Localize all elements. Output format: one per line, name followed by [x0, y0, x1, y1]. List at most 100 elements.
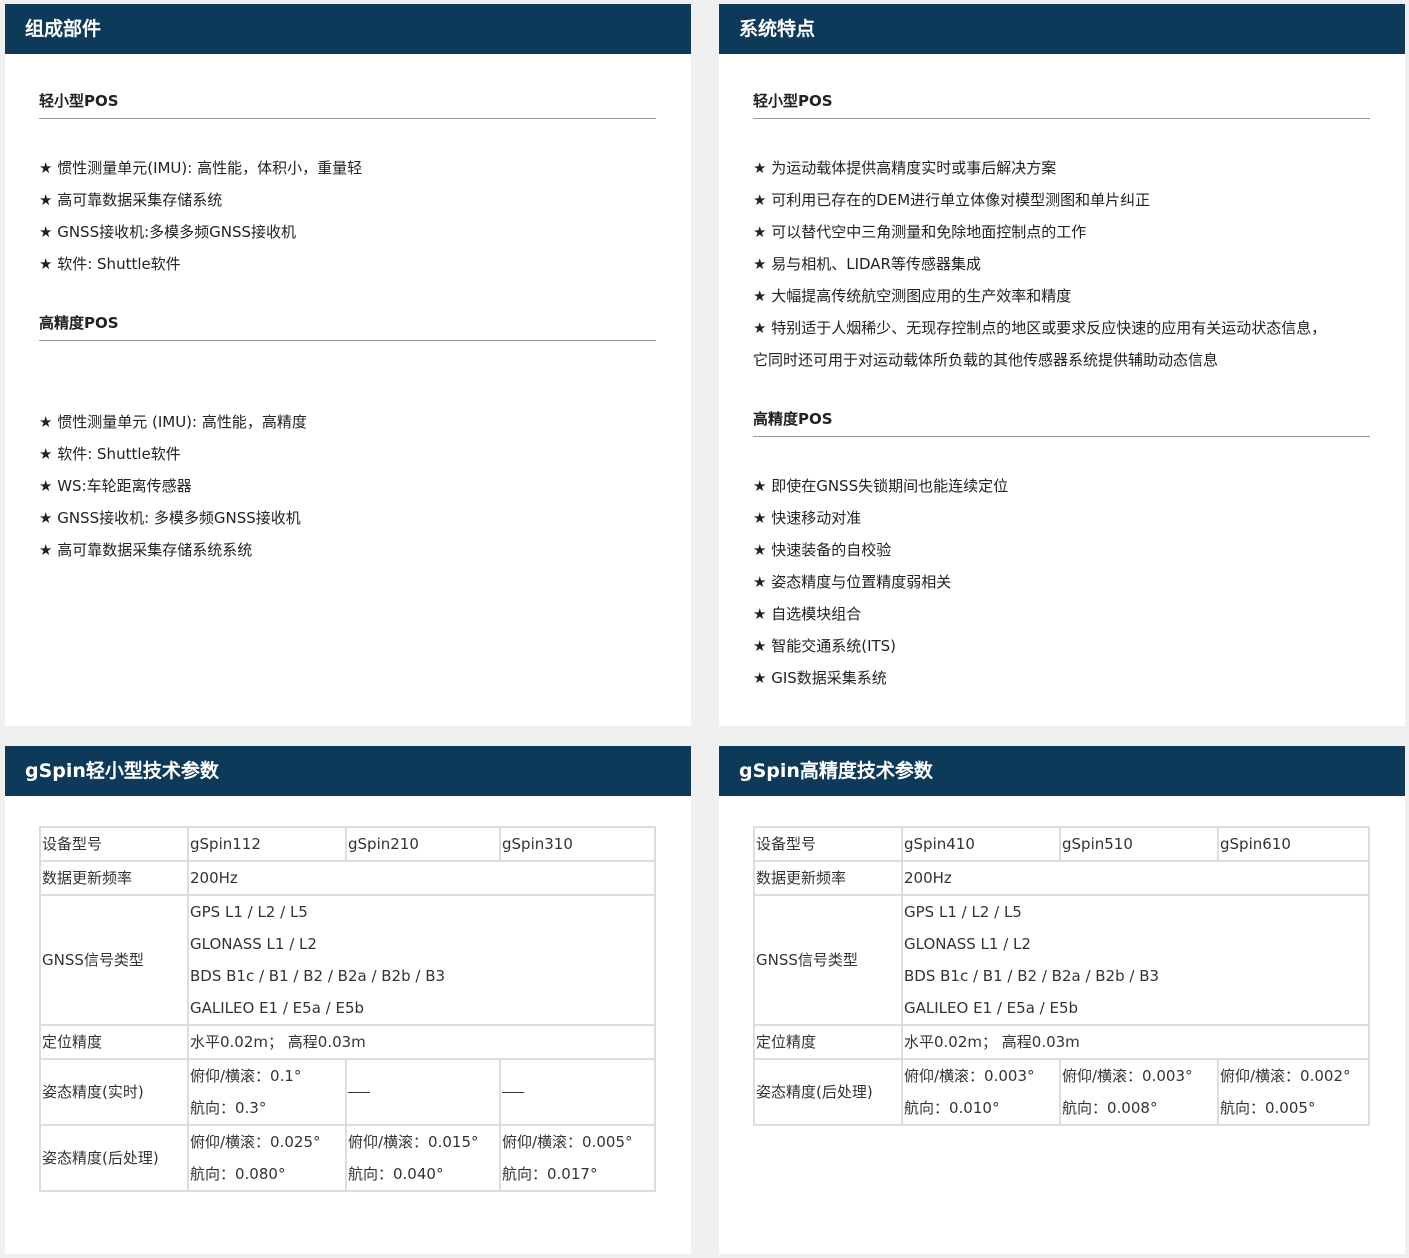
high-component-list: ★ 惯性测量单元 (IMU): 高性能，高精度 ★ 软件: Shuttle软件 …	[39, 406, 656, 566]
gnss-line: GLONASS L1 / L2	[190, 935, 317, 953]
table-row: 数据更新频率 200Hz	[753, 860, 1370, 896]
spec-high-title: gSpin高精度技术参数	[719, 746, 1405, 796]
list-item: ★ 即使在GNSS失锁期间也能连续定位	[753, 477, 1009, 495]
list-item: ★ 软件: Shuttle软件	[39, 255, 181, 273]
list-item: ★ 惯性测量单元 (IMU): 高性能，高精度	[39, 413, 307, 431]
list-item: ★ GNSS接收机: 多模多频GNSS接收机	[39, 509, 301, 527]
row-label: 定位精度	[753, 1024, 903, 1060]
row-label: 定位精度	[39, 1024, 189, 1060]
high-feature-list: ★ 即使在GNSS失锁期间也能连续定位 ★ 快速移动对准 ★ 快速装备的自校验 …	[753, 470, 1370, 694]
table-cell: gSpin112	[187, 826, 347, 862]
list-item: ★ 软件: Shuttle软件	[39, 445, 181, 463]
row-label: 数据更新频率	[753, 860, 903, 896]
spec-light-table: 设备型号 gSpin112 gSpin210 gSpin310 数据更新频率 2…	[39, 826, 656, 1192]
pitch-roll-value: 俯仰/横滚：0.1°	[190, 1067, 302, 1085]
list-item: ★ 特别适于人烟稀少、无现存控制点的地区或要求反应快速的应用有关运动状态信息，	[753, 319, 1327, 337]
list-item: ★ 快速移动对准	[753, 509, 862, 527]
light-component-list: ★ 惯性测量单元(IMU): 高性能，体积小，重量轻 ★ 高可靠数据采集存储系统…	[39, 152, 656, 280]
features-panel: 系统特点 轻小型POS ★ 为运动载体提供高精度实时或事后解决方案 ★ 可利用已…	[719, 4, 1405, 726]
features-title: 系统特点	[719, 4, 1405, 54]
row-label: 姿态精度(实时)	[39, 1058, 189, 1126]
table-row: 定位精度 水平0.02m； 高程0.03m	[753, 1024, 1370, 1060]
table-cell	[499, 1058, 656, 1126]
list-item: ★ WS:车轮距离传感器	[39, 477, 192, 495]
table-cell: 俯仰/横滚：0.025° 航向：0.080°	[187, 1124, 347, 1192]
table-row: 姿态精度(后处理) 俯仰/横滚：0.003° 航向：0.010° 俯仰/横滚：0…	[753, 1058, 1370, 1126]
list-item: ★ 自选模块组合	[753, 605, 862, 623]
list-item: ★ 易与相机、LIDAR等传感器集成	[753, 255, 981, 273]
pitch-roll-value: 俯仰/横滚：0.005°	[502, 1133, 633, 1151]
table-cell: 俯仰/横滚：0.1° 航向：0.3°	[187, 1058, 347, 1126]
row-label: 姿态精度(后处理)	[39, 1124, 189, 1192]
row-label: 设备型号	[753, 826, 903, 862]
spec-light-title: gSpin轻小型技术参数	[5, 746, 691, 796]
heading-value: 航向：0.008°	[1062, 1099, 1158, 1117]
spec-light-panel: gSpin轻小型技术参数 设备型号 gSpin112 gSpin210 gSpi…	[5, 746, 691, 1254]
gnss-line: GALILEO E1 / E5a / E5b	[190, 999, 365, 1017]
table-cell: 200Hz	[901, 860, 1370, 896]
heading-value: 航向：0.3°	[190, 1099, 267, 1117]
light-pos-heading: 轻小型POS	[39, 90, 656, 119]
not-applicable-dash	[348, 1092, 370, 1093]
gnss-line: GALILEO E1 / E5a / E5b	[904, 999, 1079, 1017]
gnss-line: BDS B1c / B1 / B2 / B2a / B2b / B3	[190, 967, 446, 985]
composition-panel: 组成部件 轻小型POS ★ 惯性测量单元(IMU): 高性能，体积小，重量轻 ★…	[5, 4, 691, 726]
gnss-line: BDS B1c / B1 / B2 / B2a / B2b / B3	[904, 967, 1160, 985]
spec-high-table: 设备型号 gSpin410 gSpin510 gSpin610 数据更新频率 2…	[753, 826, 1370, 1126]
list-item: ★ 惯性测量单元(IMU): 高性能，体积小，重量轻	[39, 159, 363, 177]
high-pos-heading: 高精度POS	[753, 408, 1370, 437]
list-item: 它同时还可用于对运动载体所负载的其他传感器系统提供辅助动态信息	[753, 351, 1219, 369]
table-row: 设备型号 gSpin112 gSpin210 gSpin310	[39, 826, 656, 862]
heading-value: 航向：0.010°	[904, 1099, 1000, 1117]
list-item: ★ 大幅提高传统航空测图应用的生产效率和精度	[753, 287, 1072, 305]
heading-value: 航向：0.005°	[1220, 1099, 1316, 1117]
not-applicable-dash	[502, 1092, 524, 1093]
gnss-line: GPS L1 / L2 / L5	[190, 903, 308, 921]
list-item: ★ 姿态精度与位置精度弱相关	[753, 573, 952, 591]
light-pos-heading: 轻小型POS	[753, 90, 1370, 119]
list-item: ★ 为运动载体提供高精度实时或事后解决方案	[753, 159, 1057, 177]
row-label: 设备型号	[39, 826, 189, 862]
table-cell: 俯仰/横滚：0.005° 航向：0.017°	[499, 1124, 656, 1192]
table-row: 数据更新频率 200Hz	[39, 860, 656, 896]
table-cell: 水平0.02m； 高程0.03m	[901, 1024, 1370, 1060]
list-item: ★ 可利用已存在的DEM进行单立体像对模型测图和单片纠正	[753, 191, 1151, 209]
table-cell: 200Hz	[187, 860, 656, 896]
gnss-line: GLONASS L1 / L2	[904, 935, 1031, 953]
row-label: GNSS信号类型	[39, 894, 189, 1026]
table-row: GNSS信号类型 GPS L1 / L2 / L5 GLONASS L1 / L…	[753, 894, 1370, 1026]
list-item: ★ 快速装备的自校验	[753, 541, 892, 559]
table-cell: gSpin510	[1059, 826, 1219, 862]
gnss-line: GPS L1 / L2 / L5	[904, 903, 1022, 921]
table-cell: gSpin610	[1217, 826, 1370, 862]
table-row: 姿态精度(实时) 俯仰/横滚：0.1° 航向：0.3°	[39, 1058, 656, 1126]
composition-title: 组成部件	[5, 4, 691, 54]
table-row: 姿态精度(后处理) 俯仰/横滚：0.025° 航向：0.080° 俯仰/横滚：0…	[39, 1124, 656, 1192]
table-cell: GPS L1 / L2 / L5 GLONASS L1 / L2 BDS B1c…	[187, 894, 656, 1026]
spec-high-panel: gSpin高精度技术参数 设备型号 gSpin410 gSpin510 gSpi…	[719, 746, 1405, 1254]
row-label: GNSS信号类型	[753, 894, 903, 1026]
row-label: 姿态精度(后处理)	[753, 1058, 903, 1126]
pitch-roll-value: 俯仰/横滚：0.015°	[348, 1133, 479, 1151]
heading-value: 航向：0.080°	[190, 1165, 286, 1183]
heading-value: 航向：0.040°	[348, 1165, 444, 1183]
table-cell	[345, 1058, 501, 1126]
table-cell: 俯仰/横滚：0.002° 航向：0.005°	[1217, 1058, 1370, 1126]
table-cell: 俯仰/横滚：0.015° 航向：0.040°	[345, 1124, 501, 1192]
table-cell: GPS L1 / L2 / L5 GLONASS L1 / L2 BDS B1c…	[901, 894, 1370, 1026]
table-cell: gSpin410	[901, 826, 1061, 862]
pitch-roll-value: 俯仰/横滚：0.003°	[904, 1067, 1035, 1085]
list-item: ★ 可以替代空中三角测量和免除地面控制点的工作	[753, 223, 1087, 241]
table-cell: 俯仰/横滚：0.003° 航向：0.008°	[1059, 1058, 1219, 1126]
table-row: 定位精度 水平0.02m； 高程0.03m	[39, 1024, 656, 1060]
list-item: ★ 高可靠数据采集存储系统系统	[39, 541, 253, 559]
pitch-roll-value: 俯仰/横滚：0.025°	[190, 1133, 321, 1151]
list-item: ★ 智能交通系统(ITS)	[753, 637, 897, 655]
pitch-roll-value: 俯仰/横滚：0.003°	[1062, 1067, 1193, 1085]
high-pos-heading: 高精度POS	[39, 312, 656, 341]
list-item: ★ GNSS接收机:多模多频GNSS接收机	[39, 223, 297, 241]
table-cell: gSpin310	[499, 826, 656, 862]
list-item: ★ GIS数据采集系统	[753, 669, 887, 687]
table-cell: 俯仰/横滚：0.003° 航向：0.010°	[901, 1058, 1061, 1126]
list-item: ★ 高可靠数据采集存储系统	[39, 191, 223, 209]
